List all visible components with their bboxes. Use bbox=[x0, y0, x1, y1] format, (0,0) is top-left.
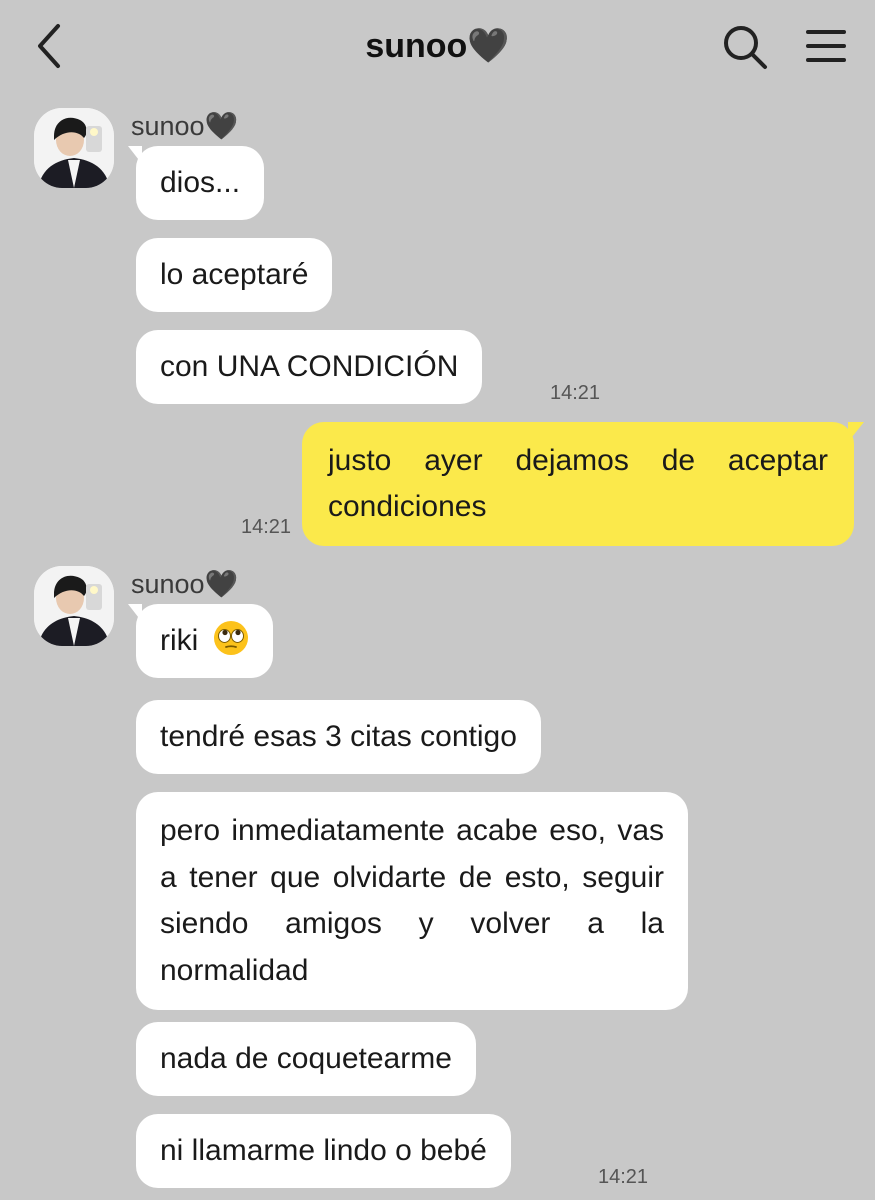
message-time: 14:21 bbox=[241, 516, 292, 538]
avatar[interactable] bbox=[34, 108, 114, 188]
hamburger-menu-icon bbox=[806, 30, 846, 62]
sender-name: sunoo🖤 bbox=[131, 569, 239, 599]
message-bubble[interactable]: dios... bbox=[127, 146, 265, 220]
menu-button[interactable] bbox=[804, 26, 848, 66]
message-bubble[interactable]: pero inmediatamente acabe eso, vas a ten… bbox=[136, 792, 688, 1010]
message-bubble[interactable]: tendré esas 3 citas contigo bbox=[136, 700, 541, 774]
my-message-bubble[interactable]: justo ayer dejamos de aceptar condicione… bbox=[302, 422, 864, 546]
message-text: riki bbox=[160, 624, 199, 657]
message-bubble[interactable]: riki bbox=[128, 604, 273, 678]
message-bubble[interactable]: nada de coquetearme bbox=[136, 1022, 476, 1096]
search-button[interactable] bbox=[722, 24, 768, 70]
message-time: 14:21 bbox=[598, 1166, 649, 1188]
avatar[interactable] bbox=[34, 566, 114, 646]
message-bubble[interactable]: lo aceptaré bbox=[136, 238, 333, 312]
search-icon bbox=[724, 26, 767, 69]
message-time: 14:21 bbox=[550, 382, 601, 404]
sender-name: sunoo🖤 bbox=[131, 111, 239, 141]
message-bubble[interactable]: con UNA CONDICIÓN bbox=[136, 330, 483, 404]
chat-header: sunoo🖤 bbox=[0, 0, 875, 96]
eye-roll-emoji-icon bbox=[213, 621, 248, 655]
message-bubble[interactable]: ni llamarme lindo o bebé bbox=[136, 1114, 511, 1188]
